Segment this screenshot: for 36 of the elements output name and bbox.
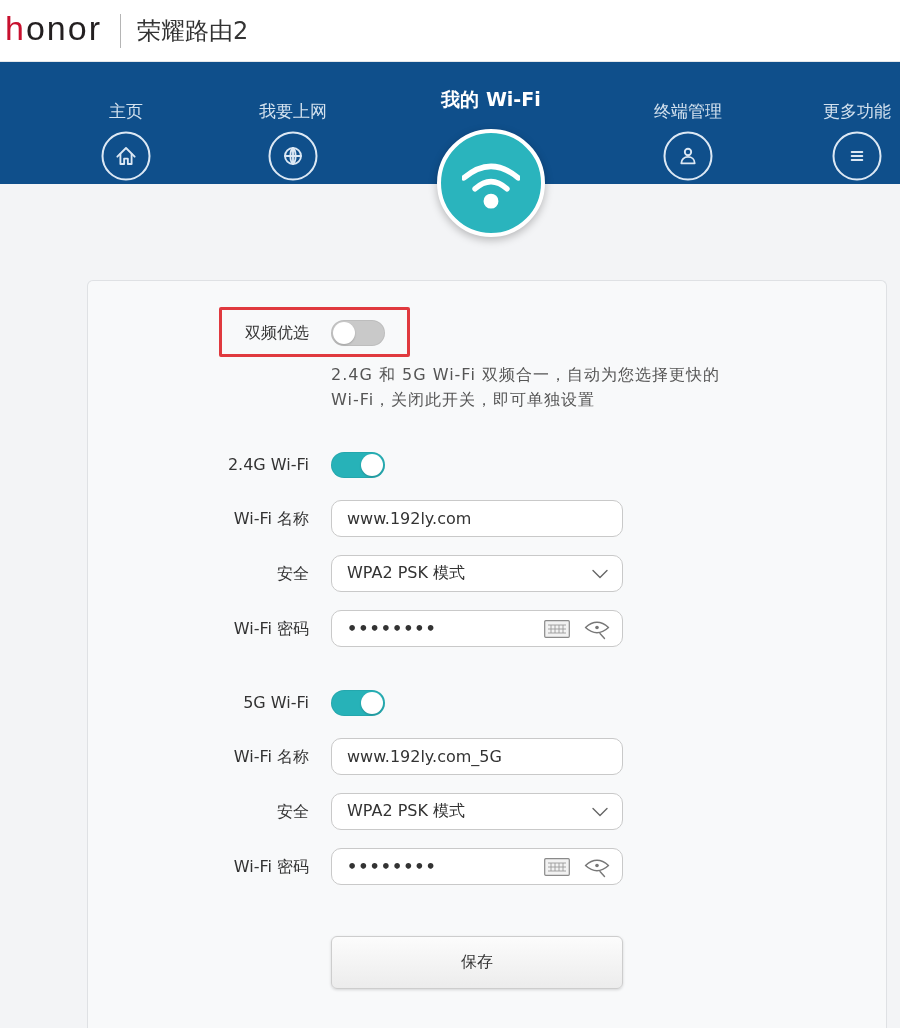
home-icon: [101, 131, 151, 181]
chevron-down-icon: [592, 806, 608, 817]
nav-tab[interactable]: 我要上网: [233, 101, 353, 181]
security-dropdown[interactable]: WPA2 PSK 模式: [331, 555, 623, 592]
nav-tab[interactable]: 我的 Wi-Fi: [431, 88, 551, 237]
nav-tab[interactable]: 终端管理: [628, 101, 748, 181]
keyboard-icon[interactable]: [544, 619, 570, 638]
globe-icon: [268, 131, 318, 181]
field-label: Wi-Fi 名称: [233, 508, 309, 529]
router-title: 荣耀路由2: [137, 18, 249, 43]
wifi-name-field[interactable]: www.192ly.com: [331, 500, 623, 537]
band-label: 2.4G Wi-Fi: [227, 455, 309, 475]
save-button[interactable]: 保存: [331, 936, 623, 989]
toggle-switch[interactable]: [331, 452, 385, 478]
logo: honor: [5, 10, 102, 45]
wifi-icon: [437, 129, 545, 237]
field-label: Wi-Fi 密码: [233, 618, 309, 639]
field-label: Wi-Fi 名称: [233, 746, 309, 767]
keyboard-icon[interactable]: [544, 857, 570, 876]
password-field[interactable]: ••••••••: [331, 610, 623, 647]
field-label: 安全: [277, 801, 309, 822]
field-label: Wi-Fi 密码: [233, 856, 309, 877]
description-text: 2.4G 和 5G Wi-Fi 双频合一，自动为您选择更快的Wi-Fi，关闭此开关，即可单独设置: [331, 364, 721, 411]
person-icon: [663, 131, 713, 181]
chevron-down-icon: [592, 568, 608, 579]
dual-band-label: 双频优选: [245, 323, 309, 343]
security-dropdown[interactable]: WPA2 PSK 模式: [331, 793, 623, 830]
password-field[interactable]: ••••••••: [331, 848, 623, 885]
band-label: 5G Wi-Fi: [243, 693, 309, 713]
toggle-switch[interactable]: [331, 320, 385, 346]
wifi-name-field[interactable]: www.192ly.com_5G: [331, 738, 623, 775]
nav-tab[interactable]: 更多功能: [814, 101, 900, 181]
field-label: 安全: [277, 563, 309, 584]
nav-tab[interactable]: 主页: [66, 101, 186, 181]
toggle-switch[interactable]: [331, 690, 385, 716]
menu-icon: [832, 131, 882, 181]
